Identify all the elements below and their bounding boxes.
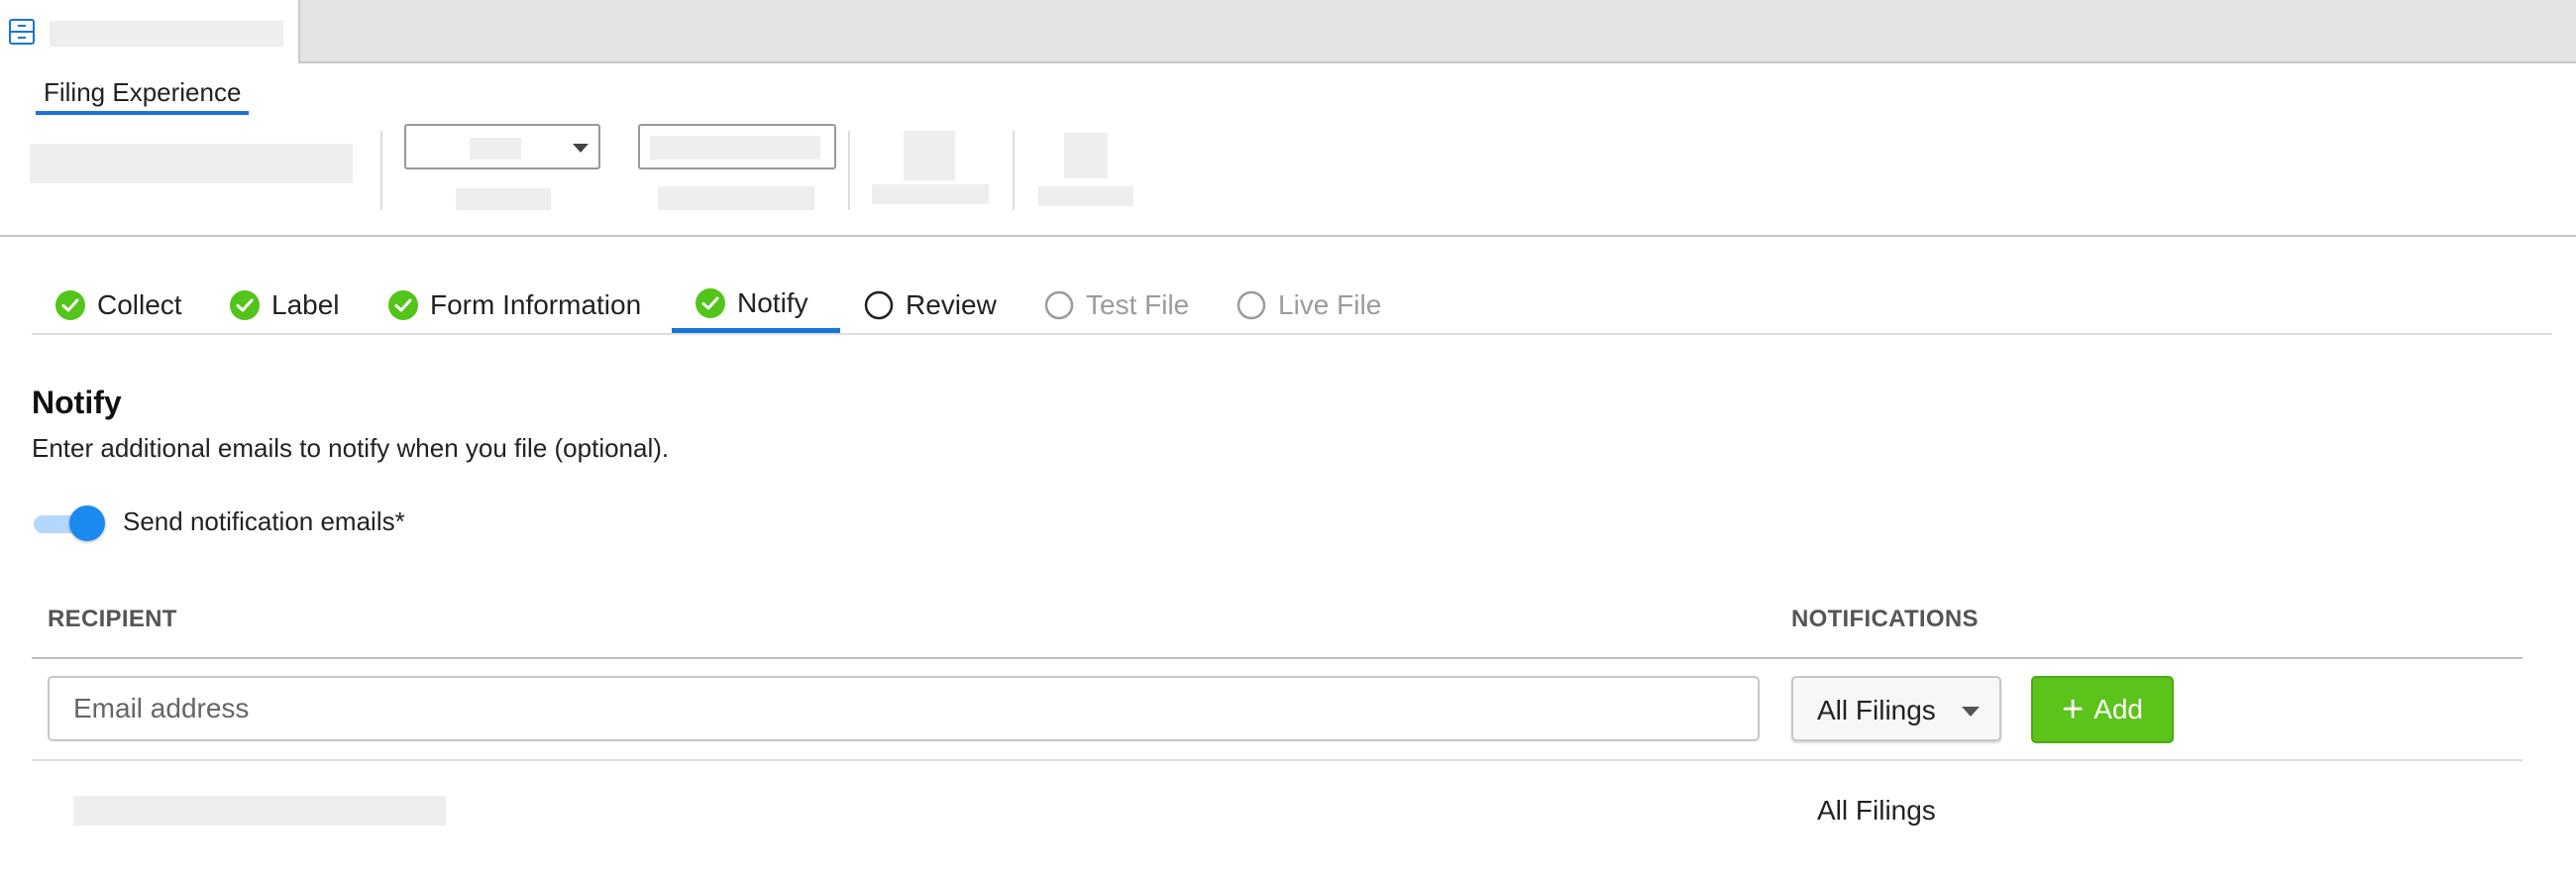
- toolbar-input-label-placeholder: [658, 186, 814, 210]
- toolbar-divider: [380, 131, 382, 210]
- section-description: Enter additional emails to notify when y…: [32, 433, 670, 463]
- toggle-knob: [69, 505, 105, 541]
- toolbar-input-value-placeholder: [650, 136, 820, 160]
- column-header-notifications: NOTIFICATIONS: [1791, 606, 1979, 632]
- chevron-down-icon: [573, 144, 589, 153]
- chevron-down-icon: [1962, 707, 1980, 717]
- toolbar-title-placeholder: [30, 144, 353, 183]
- document-title-placeholder: [50, 21, 283, 47]
- document-tab[interactable]: [0, 0, 300, 63]
- step-test-file: Test File: [1044, 278, 1189, 333]
- toolbar-select[interactable]: [404, 124, 600, 169]
- toolbar-button-label-placeholder: [1038, 186, 1133, 206]
- table-row-divider: [32, 759, 2522, 761]
- step-notify[interactable]: Notify: [672, 278, 840, 333]
- send-notification-toggle[interactable]: [34, 505, 105, 541]
- toolbar-select-value-placeholder: [470, 138, 521, 160]
- step-label: Collect: [97, 289, 182, 320]
- check-circle-icon: [55, 290, 85, 320]
- check-circle-icon: [388, 290, 418, 320]
- step-collect[interactable]: Collect: [55, 278, 182, 333]
- table-header-divider: [32, 657, 2522, 659]
- toolbar-divider: [1013, 131, 1015, 210]
- toolbar-button-label-placeholder: [872, 184, 989, 204]
- plus-icon: +: [2061, 689, 2085, 730]
- filing-cabinet-icon: [9, 19, 35, 45]
- toggle-label: Send notification emails*: [123, 506, 405, 536]
- step-label: Form Information: [430, 289, 642, 320]
- recipient-email-placeholder: [73, 796, 446, 826]
- step-label: Notify: [737, 286, 808, 318]
- step-label: Test File: [1086, 289, 1190, 320]
- toolbar-button-icon-placeholder[interactable]: [1064, 133, 1108, 178]
- column-header-recipient: RECIPIENT: [48, 606, 177, 632]
- recipient-notifications-value: All Filings: [1817, 795, 1936, 826]
- add-button-label: Add: [2093, 694, 2144, 724]
- step-label-tab[interactable]: Label: [230, 278, 340, 333]
- workflow-steps: Collect Label Form Information Notify Re…: [32, 278, 2552, 335]
- step-label: Live File: [1278, 289, 1382, 320]
- add-recipient-button[interactable]: + Add: [2031, 676, 2174, 743]
- step-live-file: Live File: [1236, 278, 1381, 333]
- document-tab-strip: [0, 0, 2576, 63]
- empty-circle-icon: [1044, 290, 1074, 320]
- toolbar-divider: [848, 131, 850, 210]
- toolbar-divider-line: [0, 235, 2576, 237]
- notifications-select[interactable]: All Filings: [1791, 676, 2001, 741]
- toolbar-button-icon-placeholder[interactable]: [904, 131, 955, 180]
- check-circle-icon: [696, 287, 725, 318]
- step-label: Label: [271, 289, 340, 320]
- empty-circle-icon: [864, 290, 894, 320]
- step-label: Review: [906, 289, 997, 320]
- notifications-select-value: All Filings: [1817, 695, 1936, 725]
- section-title: Notify: [32, 385, 122, 420]
- email-input[interactable]: [48, 676, 1760, 741]
- toolbar-select-label-placeholder: [456, 188, 551, 210]
- tab-filing-experience[interactable]: Filing Experience: [36, 69, 250, 115]
- step-review[interactable]: Review: [864, 278, 997, 333]
- step-form-information[interactable]: Form Information: [388, 278, 641, 333]
- empty-circle-icon: [1236, 290, 1266, 320]
- check-circle-icon: [230, 290, 260, 320]
- toolbar-input[interactable]: [638, 124, 836, 169]
